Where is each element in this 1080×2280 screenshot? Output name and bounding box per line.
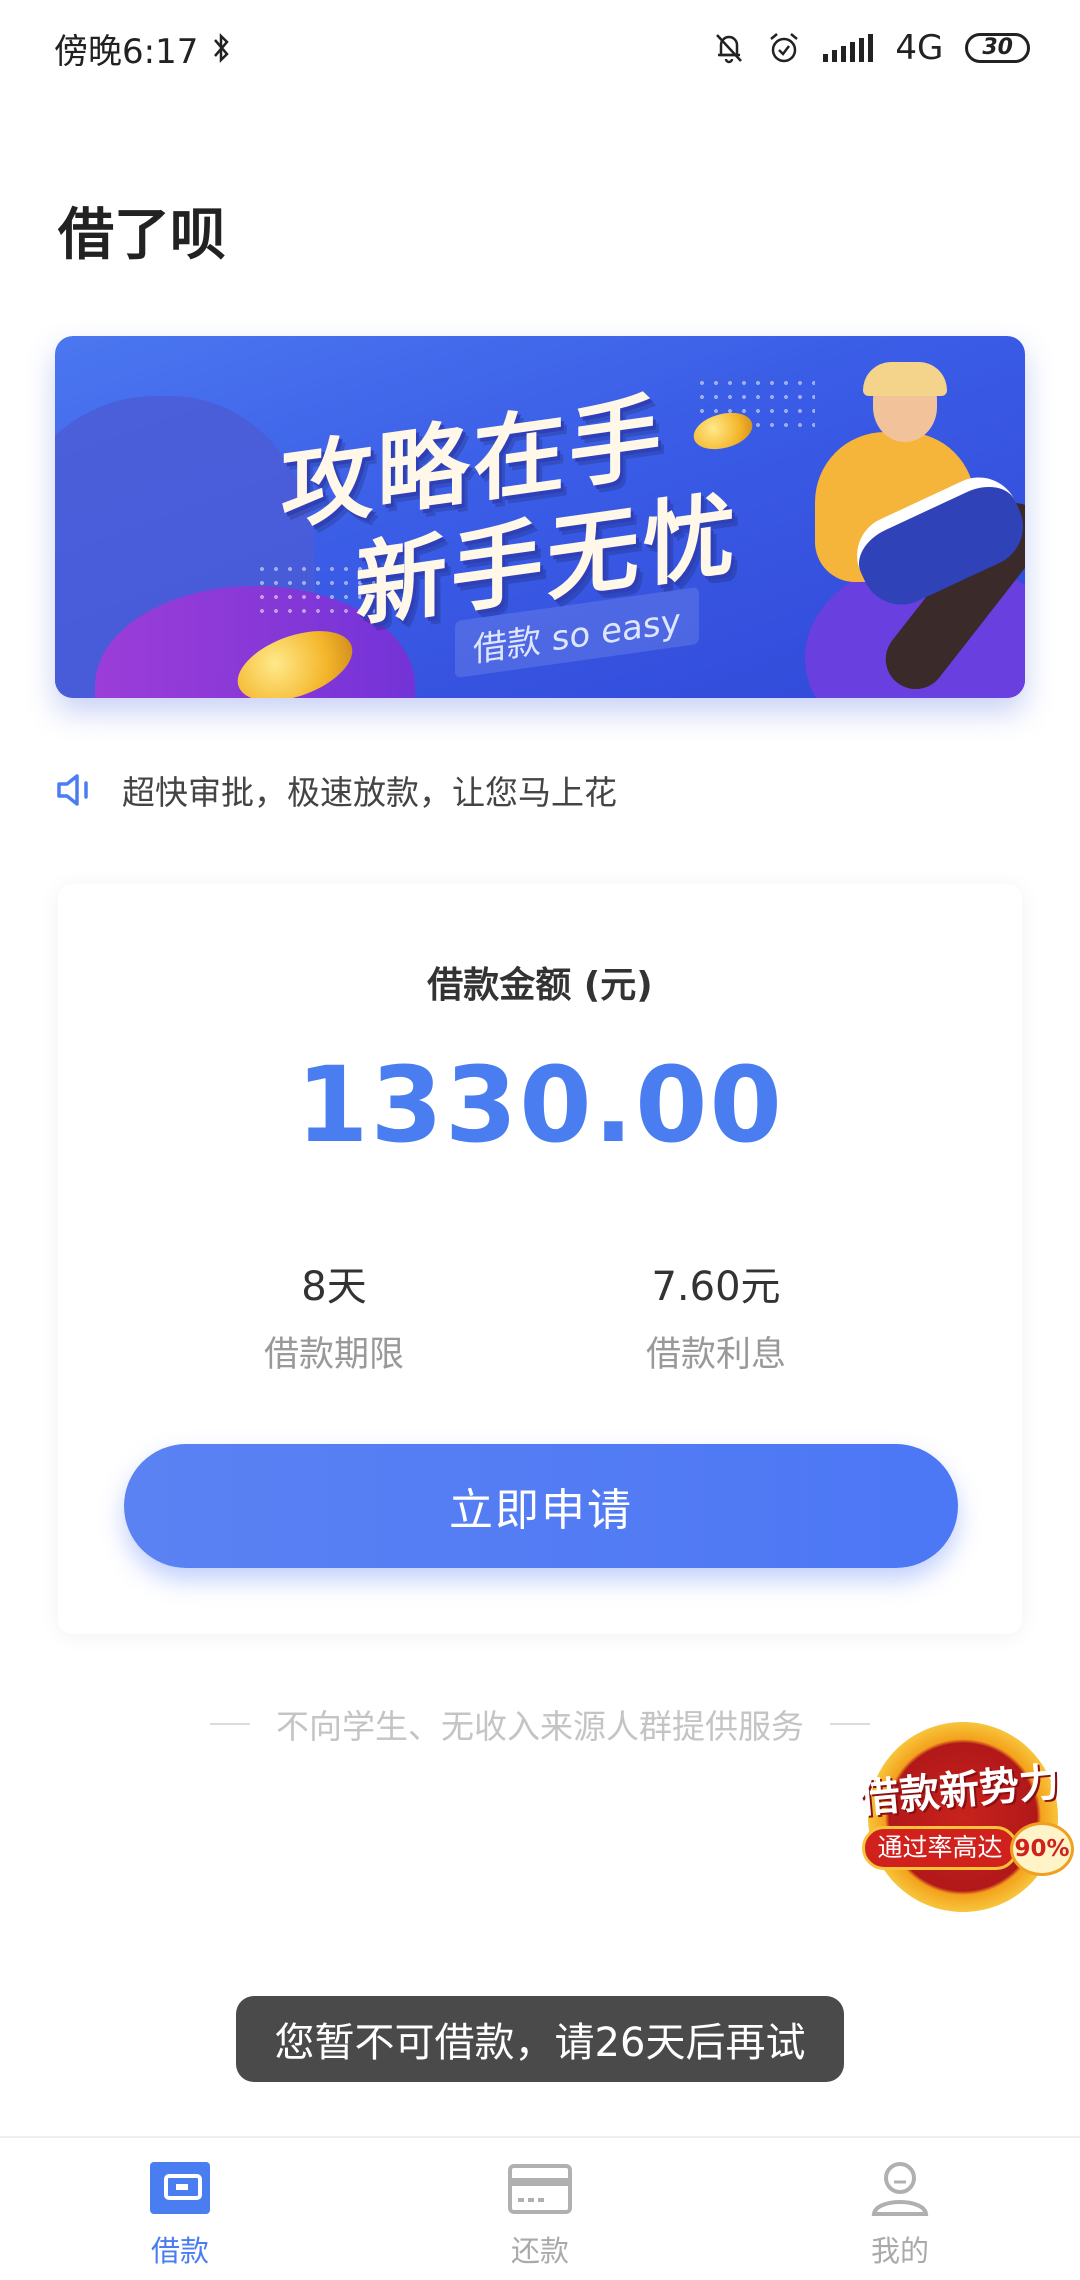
disclaimer-text: 不向学生、无收入来源人群提供服务 xyxy=(276,1707,804,1746)
tab-borrow[interactable]: 借款 xyxy=(0,2138,360,2280)
user-icon xyxy=(871,2162,929,2216)
battery-level: 30 xyxy=(982,35,1013,60)
status-bar: 傍晚6:17 4G 30 xyxy=(0,0,1080,96)
alarm-icon xyxy=(770,33,799,63)
card-icon xyxy=(508,2164,572,2214)
loan-term-value: 8天 xyxy=(301,1264,367,1310)
promo-subtitle: 通过率高达 xyxy=(862,1826,1018,1870)
status-left: 傍晚6:17 xyxy=(54,24,232,73)
tab-mine-label: 我的 xyxy=(870,2234,929,2268)
battery-icon: 30 xyxy=(965,33,1030,63)
signal-icon xyxy=(823,34,874,62)
loan-amount-value: 1330.00 xyxy=(296,1044,784,1166)
loan-term-label: 借款期限 xyxy=(263,1335,404,1375)
loan-interest-value: 7.60元 xyxy=(651,1264,781,1310)
wallet-icon xyxy=(150,2162,210,2214)
loan-interest-label: 借款利息 xyxy=(645,1335,786,1375)
bluetooth-icon xyxy=(214,32,230,64)
status-right: 4G 30 xyxy=(713,28,1030,68)
bottom-tab-bar: 借款 还款 我的 xyxy=(0,2136,1080,2280)
apply-button[interactable]: 立即申请 xyxy=(124,1444,958,1568)
promo-banner[interactable]: 攻略在手 新手无忧 借款 so easy xyxy=(55,336,1025,698)
loan-amount-label: 借款金额 (元) xyxy=(427,965,653,1006)
divider xyxy=(210,1723,250,1725)
loan-card: 借款金额 (元) 1330.00 8天 借款期限 7.60元 借款利息 立即申请 xyxy=(58,884,1022,1634)
mute-bell-icon xyxy=(716,34,743,64)
character-illustration xyxy=(863,362,947,396)
tab-borrow-label: 借款 xyxy=(150,2234,209,2268)
promo-badge[interactable]: 借款新势力 通过率高达 90% xyxy=(838,1712,1080,1922)
promo-rate: 90% xyxy=(1010,1822,1074,1876)
loan-term: 8天 借款期限 xyxy=(184,1254,484,1377)
tab-repay-label: 还款 xyxy=(510,2234,569,2268)
loan-interest: 7.60元 借款利息 xyxy=(566,1254,866,1377)
speaker-icon xyxy=(57,774,88,806)
tab-mine[interactable]: 我的 xyxy=(720,2138,1080,2280)
page-title: 借了呗 xyxy=(58,203,226,268)
notice-text: 超快审批，极速放款，让您马上花 xyxy=(122,773,617,812)
status-time: 傍晚6:17 xyxy=(54,31,199,72)
notice-bar: 超快审批，极速放款，让您马上花 xyxy=(56,768,617,812)
tab-repay[interactable]: 还款 xyxy=(360,2138,720,2280)
toast-message: 您暂不可借款，请26天后再试 xyxy=(236,1996,844,2082)
network-type: 4G xyxy=(895,28,944,68)
